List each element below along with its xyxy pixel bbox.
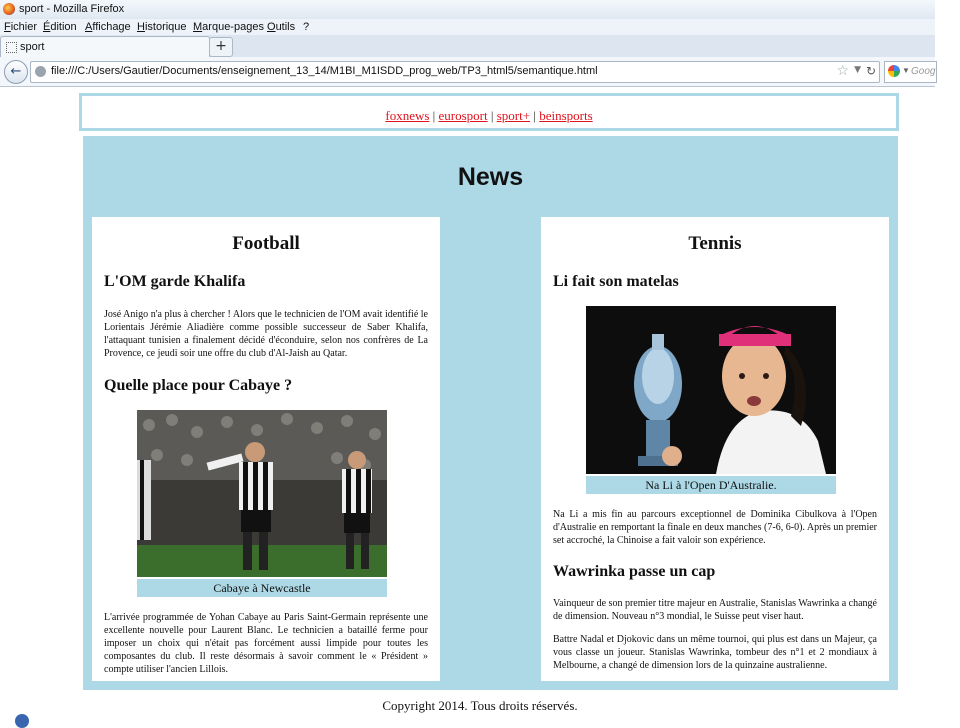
photo-na-li (586, 306, 836, 474)
figure-cabaye: Cabaye à Newcastle (137, 410, 387, 597)
figure-caption-cabaye: Cabaye à Newcastle (137, 579, 387, 597)
tab-strip: sport + (0, 35, 935, 58)
link-sportplus[interactable]: sport+ (497, 108, 530, 123)
article-text-wawrinka-1: Vainqueur de son premier titre majeur en… (553, 598, 877, 622)
firefox-logo-icon (3, 3, 15, 15)
globe-icon (35, 66, 46, 77)
page-footer: Copyright 2014. Tous droits réservés. (382, 698, 578, 713)
link-foxnews[interactable]: foxnews (385, 108, 429, 123)
navigation-toolbar: ← file:///C:/Users/Gautier/Documents/ens… (0, 57, 937, 87)
menu-historique[interactable]: Historique (137, 21, 187, 33)
link-eurosport[interactable]: eurosport (439, 108, 488, 123)
menu-affichage[interactable]: Affichage (85, 21, 131, 33)
nav-separator: | (533, 108, 536, 123)
nav-separator: | (490, 108, 494, 123)
window-titlebar: sport - Mozilla Firefox (0, 0, 935, 19)
menu-bar: Fichier Édition Affichage Historique Mar… (0, 19, 935, 35)
chevron-down-icon[interactable]: ▼ (854, 65, 861, 75)
back-button[interactable]: ← (4, 60, 28, 84)
new-tab-button[interactable]: + (209, 37, 233, 57)
menu-fichier[interactable]: Fichier (4, 21, 37, 33)
article-text-li: Na Li a mis fin au parcours exceptionnel… (553, 509, 877, 546)
photo-cabaye (137, 410, 387, 577)
football-article: Football L'OM garde Khalifa José Anigo n… (92, 217, 440, 681)
link-beinsports[interactable]: beinsports (539, 108, 592, 123)
nav-separator: | (432, 108, 436, 123)
section-title: News (457, 163, 524, 191)
url-bar[interactable]: file:///C:/Users/Gautier/Documents/ensei… (30, 61, 880, 83)
figure-caption-na-li: Na Li à l'Open D'Australie. (586, 476, 836, 494)
article-title-li: Li fait son matelas (553, 273, 679, 290)
tennis-heading: Tennis (688, 233, 742, 254)
window-title: sport - Mozilla Firefox (19, 3, 125, 15)
search-input[interactable]: Goog (911, 66, 935, 77)
site-nav: foxnews | eurosport | sport+ | beinsport… (79, 93, 899, 131)
reload-icon[interactable]: ↻ (866, 64, 876, 78)
bookmark-star-icon[interactable]: ☆ (836, 63, 849, 79)
google-icon (888, 65, 900, 77)
search-box[interactable]: ▼ Goog (884, 61, 937, 83)
taskbar-icon (15, 714, 29, 728)
url-text: file:///C:/Users/Gautier/Documents/ensei… (51, 65, 598, 77)
article-title-wawrinka: Wawrinka passe un cap (553, 563, 716, 580)
article-text-wawrinka-2: Battre Nadal et Djokovic dans un même to… (553, 634, 877, 671)
article-text-cabaye: L'arrivée programmée de Yohan Cabaye au … (104, 612, 428, 675)
news-section: News Football L'OM garde Khalifa José An… (83, 136, 898, 690)
menu-help[interactable]: ? (303, 21, 309, 33)
article-title-om: L'OM garde Khalifa (104, 273, 246, 290)
page-icon (6, 42, 17, 53)
menu-edition[interactable]: Édition (43, 21, 77, 33)
article-title-cabaye: Quelle place pour Cabaye ? (104, 377, 293, 394)
menu-outils[interactable]: Outils (267, 21, 295, 33)
football-heading: Football (232, 233, 300, 254)
figure-na-li: Na Li à l'Open D'Australie. (586, 306, 836, 494)
tab-label: sport (20, 41, 45, 53)
tennis-article: Tennis Li fait son matelas Na Li à l'Ope… (541, 217, 889, 681)
menu-marque-pages[interactable]: Marque-pages (193, 21, 264, 33)
tab-sport[interactable]: sport (0, 36, 210, 58)
article-text-om: José Anigo n'a plus à chercher ! Alors q… (104, 309, 428, 359)
search-engine-dropdown-icon[interactable]: ▼ (902, 66, 910, 75)
